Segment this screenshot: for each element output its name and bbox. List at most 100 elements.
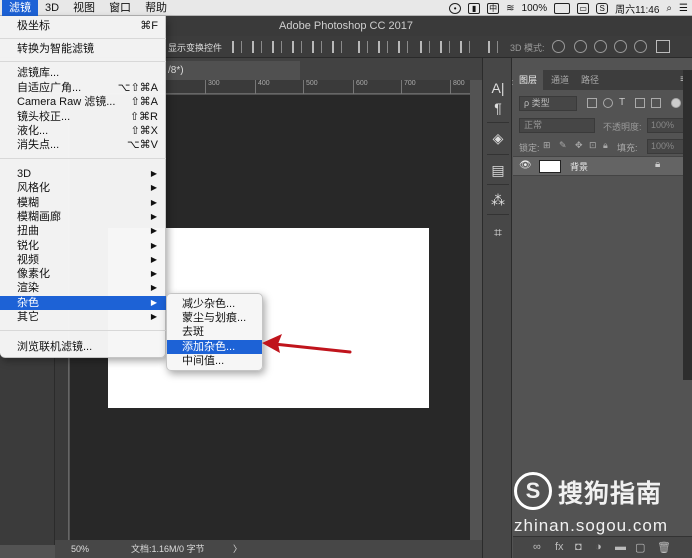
link-layers-icon[interactable]: ∞ [533,541,541,553]
menu-3d[interactable]: 3D [38,0,66,16]
menu-item-browse-online-filters[interactable]: 浏览联机滤镜... [0,340,166,354]
align-bottom-icon[interactable] [272,41,282,53]
filter-type-icon[interactable]: T [619,98,629,108]
menu-item-filter-gallery[interactable]: 滤镜库... [0,66,166,80]
layer-filter-kind-select[interactable]: ρ 类型 [519,96,577,111]
menu-filter[interactable]: 滤镜 [2,0,38,16]
menu-item-adaptive-wide-angle[interactable]: 自适应广角... ⌥⇧⌘A [0,81,166,95]
zoom-level[interactable]: 50% [71,540,89,558]
input-method-icon[interactable]: 中 [487,2,500,14]
properties-panel-icon[interactable]: ▤ [490,162,506,178]
3d-scale-icon[interactable] [634,40,647,53]
visibility-eye-icon[interactable]: 👁︎ [519,160,532,171]
show-transform-controls-label[interactable]: 显示变换控件 [168,41,222,54]
tab-channels[interactable]: 通道 [545,70,575,90]
filter-adjustment-icon[interactable] [603,98,613,108]
distribute-bottom-icon[interactable] [398,41,408,53]
distribute-top-icon[interactable] [358,41,368,53]
lock-transparent-icon[interactable]: ⊞ [543,140,551,151]
menu-item-3d[interactable]: 3D ▶ [0,167,166,181]
3d-slide-icon[interactable] [614,40,627,53]
tab-layers[interactable]: 图层 [513,70,544,90]
menu-help[interactable]: 帮助 [138,0,174,16]
menu-item-sharpen[interactable]: 锐化 ▶ [0,239,166,253]
fill-input[interactable]: 100% [647,139,685,154]
paragraph-panel-icon[interactable]: ¶ [490,100,506,116]
opacity-input[interactable]: 100% [647,118,685,133]
menu-item-polar-coordinates[interactable]: 极坐标 ⌘F [0,19,166,33]
distribute-hcenter-icon[interactable] [440,41,450,53]
right-edge-scrollbar[interactable] [683,70,692,380]
filter-smart-object-icon[interactable] [651,98,661,108]
menu-item-stylize[interactable]: 风格化 ▶ [0,181,166,195]
clone-source-icon[interactable]: ⁂ [490,192,506,208]
layer-style-icon[interactable]: fx [555,541,564,553]
menu-item-render[interactable]: 渲染 ▶ [0,281,166,295]
new-group-icon[interactable]: ▬ [615,541,626,553]
align-right-icon[interactable] [332,41,342,53]
submenu-item-reduce-noise[interactable]: 减少杂色... [167,297,262,311]
workspace-icon[interactable] [656,40,670,53]
layer-row[interactable]: 👁︎ 背景 🔒︎ [513,156,692,176]
align-top-icon[interactable] [232,41,242,53]
submenu-item-add-noise[interactable]: 添加杂色... [167,340,262,354]
lock-artboard-icon[interactable]: ⊡ [589,140,597,151]
phone-icon[interactable]: ▮ [468,2,481,14]
new-layer-icon[interactable]: ▢ [635,541,645,554]
menu-view[interactable]: 视图 [66,0,102,16]
document-tab[interactable]: /8*) [150,61,300,80]
menu-item-convert-smart-filter[interactable]: 转换为智能滤镜 [0,42,166,56]
sogou-input-icon[interactable]: S [596,2,609,14]
menu-item-vanishing-point[interactable]: 消失点... ⌥⌘V [0,138,166,152]
auto-align-icon[interactable] [488,41,498,53]
submenu-item-dust-scratches[interactable]: 蒙尘与划痕... [167,311,262,325]
align-vcenter-icon[interactable] [252,41,262,53]
distribute-right-icon[interactable] [460,41,470,53]
layers-panel-icon[interactable]: ◈ [490,130,506,146]
wifi-icon[interactable]: ≋ [506,3,514,14]
distribute-left-icon[interactable] [420,41,430,53]
submenu-item-despeckle[interactable]: 去斑 [167,325,262,339]
menu-item-distort[interactable]: 扭曲 ▶ [0,224,166,238]
lock-all-icon[interactable]: 🔒︎ [603,140,608,151]
3d-pan-icon[interactable] [594,40,607,53]
search-icon[interactable]: ⌕ [666,3,672,14]
crop-icon[interactable]: ⌗ [490,224,506,240]
lock-image-icon[interactable]: ✎ [559,140,567,151]
filter-pixel-icon[interactable] [587,98,597,108]
battery-icon[interactable] [554,2,571,14]
menu-clock[interactable]: 周六11:46 [615,1,659,16]
layer-name[interactable]: 背景 [570,160,588,173]
align-left-icon[interactable] [292,41,302,53]
blend-mode-select[interactable]: 正常 [519,118,595,133]
3d-roll-icon[interactable] [574,40,587,53]
menu-item-noise[interactable]: 杂色 ▶ [0,296,166,310]
add-mask-icon[interactable]: ◘ [575,541,582,553]
menu-item-camera-raw[interactable]: Camera Raw 滤镜... ⇧⌘A [0,95,166,109]
lock-position-icon[interactable]: ✥ [575,140,583,151]
distribute-vcenter-icon[interactable] [378,41,388,53]
menu-item-pixelate[interactable]: 像素化 ▶ [0,267,166,281]
menu-item-video[interactable]: 视频 ▶ [0,253,166,267]
menu-item-blur[interactable]: 模糊 ▶ [0,196,166,210]
3d-rotate-icon[interactable] [552,40,565,53]
qq-icon[interactable]: • [449,2,462,14]
airplay-icon[interactable]: ▭ [577,2,590,14]
delete-layer-icon[interactable]: 🗑 [657,541,671,554]
filter-shape-icon[interactable] [635,98,645,108]
menu-item-liquify[interactable]: 液化... ⇧⌘X [0,124,166,138]
menu-item-lens-correction[interactable]: 镜头校正... ⇧⌘R [0,110,166,124]
menu-window[interactable]: 窗口 [102,0,138,16]
status-menu-arrow[interactable]: 〉 [233,540,242,558]
character-panel-icon[interactable]: A| [490,80,506,96]
align-hcenter-icon[interactable] [312,41,322,53]
tab-paths[interactable]: 路径 [575,70,605,90]
filter-toggle-icon[interactable] [671,98,681,108]
layer-lock-icon[interactable]: 🔒︎ [655,159,660,170]
menu-item-other[interactable]: 其它 ▶ [0,310,166,324]
adjustment-layer-icon[interactable]: ◑ [595,541,602,553]
submenu-item-median[interactable]: 中间值... [167,354,262,368]
menu-list-icon[interactable]: ☰ [679,3,688,14]
menu-item-label: 自适应广角... [17,82,82,94]
menu-item-blur-gallery[interactable]: 模糊画廊 ▶ [0,210,166,224]
